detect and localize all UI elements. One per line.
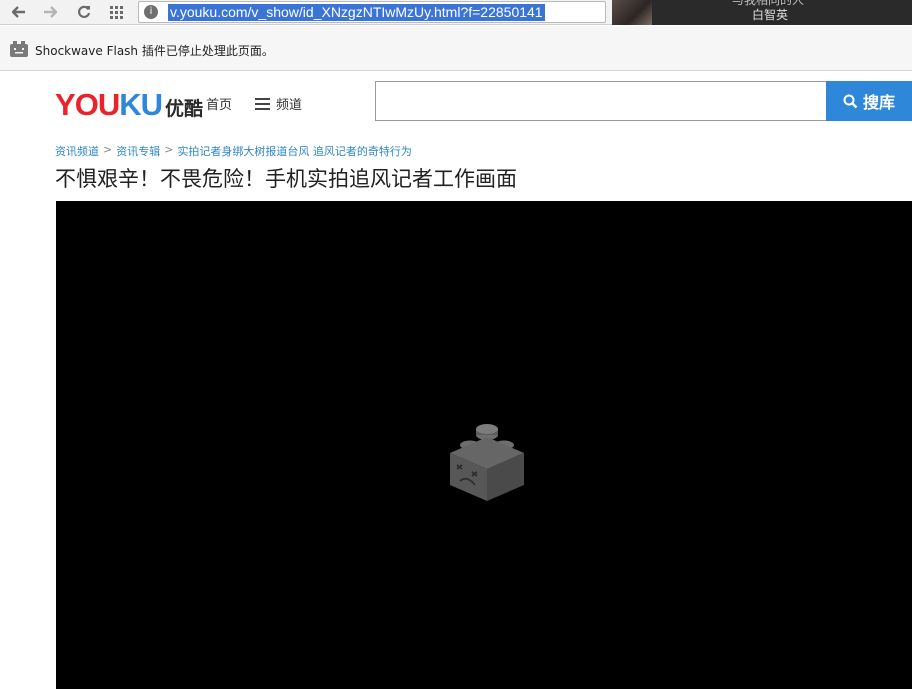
avatar [612, 0, 652, 25]
reload-icon [78, 5, 91, 18]
address-bar[interactable]: i v.youku.com/v_show/id_XNzgzNTIwMzUy.ht… [138, 1, 606, 23]
nav-home-link[interactable]: 首页 [206, 94, 232, 113]
plugin-crash-icon [10, 41, 28, 57]
breadcrumb: 资讯频道 > 资讯专辑 > 实拍记者身绑大树报道台风 追风记者的奇特行为 [55, 143, 412, 159]
back-arrow-icon [12, 6, 25, 18]
nav-channels-label: 频道 [276, 98, 303, 113]
nav-channels-link[interactable]: 频道 [255, 94, 302, 113]
url-text[interactable]: v.youku.com/v_show/id_XNzgzNTIwMzUy.html… [168, 4, 545, 21]
plugin-crash-message: Shockwave Flash 插件已停止处理此页面。 [35, 44, 274, 58]
logo-letter: O [74, 87, 99, 122]
logo-letters: YOUKU [55, 87, 163, 123]
search-input[interactable] [375, 81, 827, 121]
site-info-icon[interactable]: i [144, 5, 158, 19]
profile-card[interactable]: 与我相同的人 白智英 [612, 0, 912, 25]
breadcrumb-item-news-album[interactable]: 资讯专辑 [116, 143, 160, 159]
logo-letter: K [119, 87, 141, 122]
search-icon [843, 94, 858, 108]
profile-name: 白智英 [752, 8, 789, 22]
forward-button[interactable] [40, 3, 60, 21]
browser-toolbar: i v.youku.com/v_show/id_XNzgzNTIwMzUy.ht… [0, 0, 912, 25]
breadcrumb-separator: > [103, 143, 113, 156]
sad-plugin-icon [450, 424, 524, 501]
search-button-label: 搜库 [862, 93, 895, 112]
breadcrumb-item-current[interactable]: 实拍记者身绑大树报道台风 追风记者的奇特行为 [177, 143, 412, 159]
forward-arrow-icon [44, 6, 57, 18]
youku-logo[interactable]: YOUKU 优酷 [55, 87, 203, 123]
search-button[interactable]: 搜库 [826, 81, 912, 121]
breadcrumb-item-news-channel[interactable]: 资讯频道 [55, 143, 99, 159]
logo-letter: Y [55, 87, 76, 122]
apps-button[interactable] [106, 3, 126, 21]
breadcrumb-separator: > [164, 143, 174, 156]
back-button[interactable] [9, 3, 29, 21]
video-player[interactable] [56, 201, 912, 689]
plugin-crash-infobar: Shockwave Flash 插件已停止处理此页面。 [0, 26, 912, 71]
page-title: 不惧艰辛！不畏危险！手机实拍追风记者工作画面 [55, 167, 517, 191]
logo-letter: U [140, 87, 163, 122]
menu-icon [255, 97, 270, 110]
apps-grid-icon [109, 5, 123, 19]
logo-letter: U [97, 87, 120, 122]
logo-chinese: 优酷 [164, 98, 203, 120]
reload-button[interactable] [74, 3, 94, 21]
